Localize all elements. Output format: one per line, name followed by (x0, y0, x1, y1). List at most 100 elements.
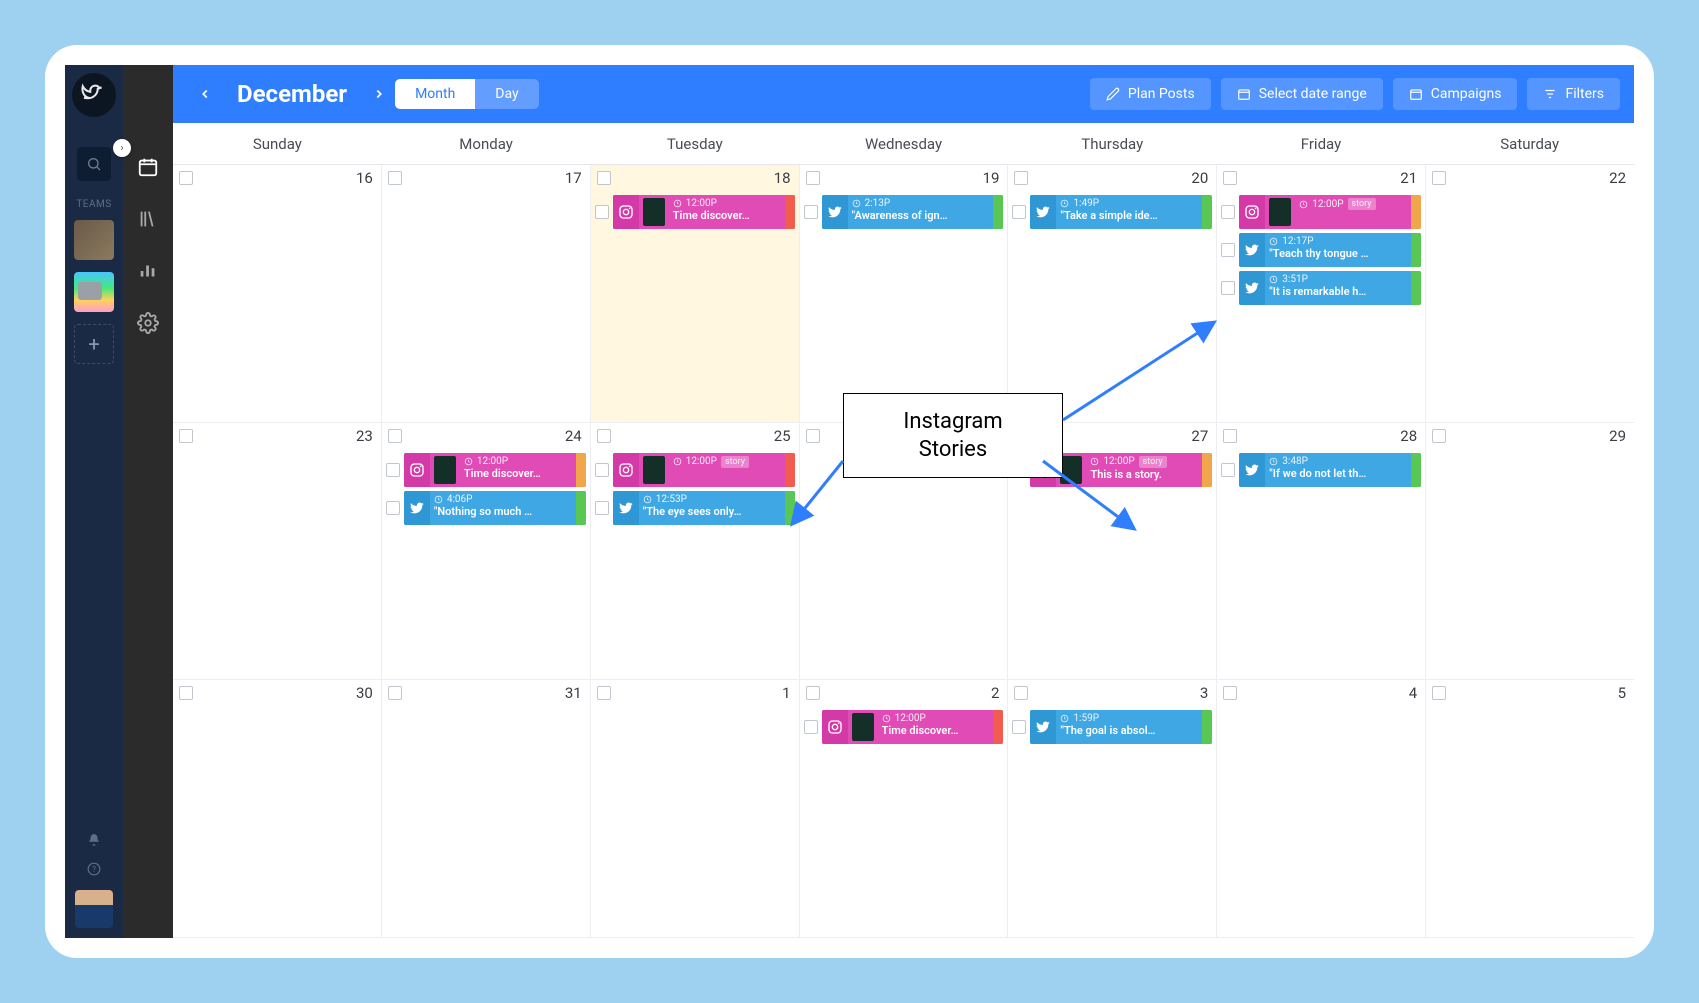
instagram-event[interactable]: 12:00Pstory (613, 453, 795, 487)
day-checkbox[interactable] (179, 429, 193, 443)
event-checkbox[interactable] (1221, 463, 1235, 477)
event-checkbox[interactable] (1221, 281, 1235, 295)
calendar-day-cell[interactable]: 19 2:13P"Awareness of ign… (800, 165, 1009, 423)
day-checkbox[interactable] (1432, 686, 1446, 700)
app-window: › TEAMS + ? (65, 65, 1634, 938)
calendar-day-cell[interactable]: 23 (173, 423, 382, 681)
twitter-event[interactable]: 3:48P"If we do not let th… (1239, 453, 1421, 487)
day-checkbox[interactable] (597, 429, 611, 443)
tool-calendar[interactable] (136, 155, 160, 179)
calendar-day-cell[interactable]: 22 (1426, 165, 1634, 423)
event-checkbox[interactable] (1012, 205, 1026, 219)
instagram-event[interactable]: 12:00PTime discover… (404, 453, 586, 487)
view-day-button[interactable]: Day (475, 79, 538, 109)
plan-posts-button[interactable]: Plan Posts (1090, 78, 1211, 110)
instagram-icon (613, 195, 639, 229)
twitter-event[interactable]: 2:13P"Awareness of ign… (822, 195, 1004, 229)
user-avatar[interactable] (75, 890, 113, 928)
bird-icon (79, 80, 109, 110)
calendar-day-cell[interactable]: 28 3:48P"If we do not let th… (1217, 423, 1426, 681)
calendar-day-cell[interactable]: 16 (173, 165, 382, 423)
twitter-event[interactable]: 3:51P"It is remarkable h… (1239, 271, 1421, 305)
day-checkbox[interactable] (1223, 429, 1237, 443)
app-logo[interactable] (72, 73, 116, 117)
calendar-day-cell[interactable]: 31 (382, 680, 591, 938)
search-button[interactable] (77, 147, 111, 181)
calendar-day-cell[interactable]: 3 1:59P"The goal is absol… (1008, 680, 1217, 938)
day-checkbox[interactable] (1432, 171, 1446, 185)
twitter-event[interactable]: 12:17P"Teach thy tongue … (1239, 233, 1421, 267)
select-date-range-button[interactable]: Select date range (1221, 78, 1383, 110)
day-checkbox[interactable] (806, 686, 820, 700)
team-avatar-1[interactable] (74, 220, 114, 260)
tool-analytics[interactable] (136, 259, 160, 283)
view-month-button[interactable]: Month (395, 79, 475, 109)
filters-label: Filters (1565, 86, 1604, 102)
event-checkbox[interactable] (595, 463, 609, 477)
event-row: 3:48P"If we do not let th… (1221, 453, 1421, 487)
calendar-day-cell[interactable]: 29 (1426, 423, 1634, 681)
notifications-button[interactable] (87, 832, 101, 851)
calendar-day-cell[interactable]: 24 12:00PTime discover… 4:06P"Nothing so… (382, 423, 591, 681)
day-checkbox[interactable] (1223, 686, 1237, 700)
prev-month-button[interactable] (195, 84, 215, 104)
add-team-button[interactable]: + (74, 324, 114, 364)
calendar-day-cell[interactable]: 2 12:00PTime discover… (800, 680, 1009, 938)
day-checkbox[interactable] (388, 429, 402, 443)
instagram-event[interactable]: 12:00PTime discover… (613, 195, 795, 229)
instagram-event[interactable]: 12:00PTime discover… (822, 710, 1004, 744)
twitter-event[interactable]: 4:06P"Nothing so much … (404, 491, 586, 525)
calendar-day-cell[interactable]: 21 12:00Pstory 12:17P"Teach thy tongue …… (1217, 165, 1426, 423)
twitter-event[interactable]: 12:53P"The eye sees only… (613, 491, 795, 525)
day-checkbox[interactable] (597, 171, 611, 185)
event-checkbox[interactable] (1012, 720, 1026, 734)
day-checkbox[interactable] (179, 171, 193, 185)
day-checkbox[interactable] (388, 171, 402, 185)
twitter-event[interactable]: 1:59P"The goal is absol… (1030, 710, 1212, 744)
calendar-day-cell[interactable]: 30 (173, 680, 382, 938)
month-title: December (237, 80, 347, 108)
day-checkbox[interactable] (388, 686, 402, 700)
calendar-day-cell[interactable]: 25 12:00Pstory 12:53P"The eye sees only… (591, 423, 800, 681)
event-checkbox[interactable] (386, 501, 400, 515)
calendar-day-cell[interactable]: 20 1:49P"Take a simple ide… (1008, 165, 1217, 423)
next-month-button[interactable] (369, 84, 389, 104)
teams-heading: TEAMS (76, 199, 111, 210)
calendar-day-cell[interactable]: 5 (1426, 680, 1634, 938)
twitter-event[interactable]: 1:49P"Take a simple ide… (1030, 195, 1212, 229)
help-button[interactable]: ? (87, 861, 101, 880)
calendar-day-cell[interactable]: 18 12:00PTime discover… (591, 165, 800, 423)
event-checkbox[interactable] (595, 205, 609, 219)
calendar-day-cell[interactable]: 1 (591, 680, 800, 938)
event-row: 12:00PTime discover… (386, 453, 586, 487)
day-checkbox[interactable] (1432, 429, 1446, 443)
event-checkbox[interactable] (386, 463, 400, 477)
sidebar-tools (123, 65, 173, 938)
day-checkbox[interactable] (1014, 171, 1028, 185)
event-row: 1:59P"The goal is absol… (1012, 710, 1212, 744)
team-avatar-2[interactable] (74, 272, 114, 312)
instagram-event[interactable]: 12:00Pstory (1239, 195, 1421, 229)
tool-library[interactable] (136, 207, 160, 231)
day-checkbox[interactable] (1223, 171, 1237, 185)
day-checkbox[interactable] (806, 171, 820, 185)
event-title: "The goal is absol… (1060, 724, 1198, 737)
event-status-cap (785, 491, 795, 525)
day-checkbox[interactable] (179, 686, 193, 700)
day-checkbox[interactable] (597, 686, 611, 700)
chevron-right-icon (372, 87, 386, 101)
event-checkbox[interactable] (1221, 205, 1235, 219)
calendar-day-cell[interactable]: 4 (1217, 680, 1426, 938)
day-checkbox[interactable] (806, 429, 820, 443)
campaigns-button[interactable]: Campaigns (1393, 78, 1518, 110)
filters-button[interactable]: Filters (1527, 78, 1620, 110)
day-checkbox[interactable] (1014, 686, 1028, 700)
event-checkbox[interactable] (804, 205, 818, 219)
event-checkbox[interactable] (595, 501, 609, 515)
event-title: This is a story. (1090, 468, 1198, 481)
event-checkbox[interactable] (1221, 243, 1235, 257)
sidebar-expand-toggle[interactable]: › (113, 139, 131, 157)
event-checkbox[interactable] (804, 720, 818, 734)
tool-settings[interactable] (136, 311, 160, 335)
calendar-day-cell[interactable]: 17 (382, 165, 591, 423)
